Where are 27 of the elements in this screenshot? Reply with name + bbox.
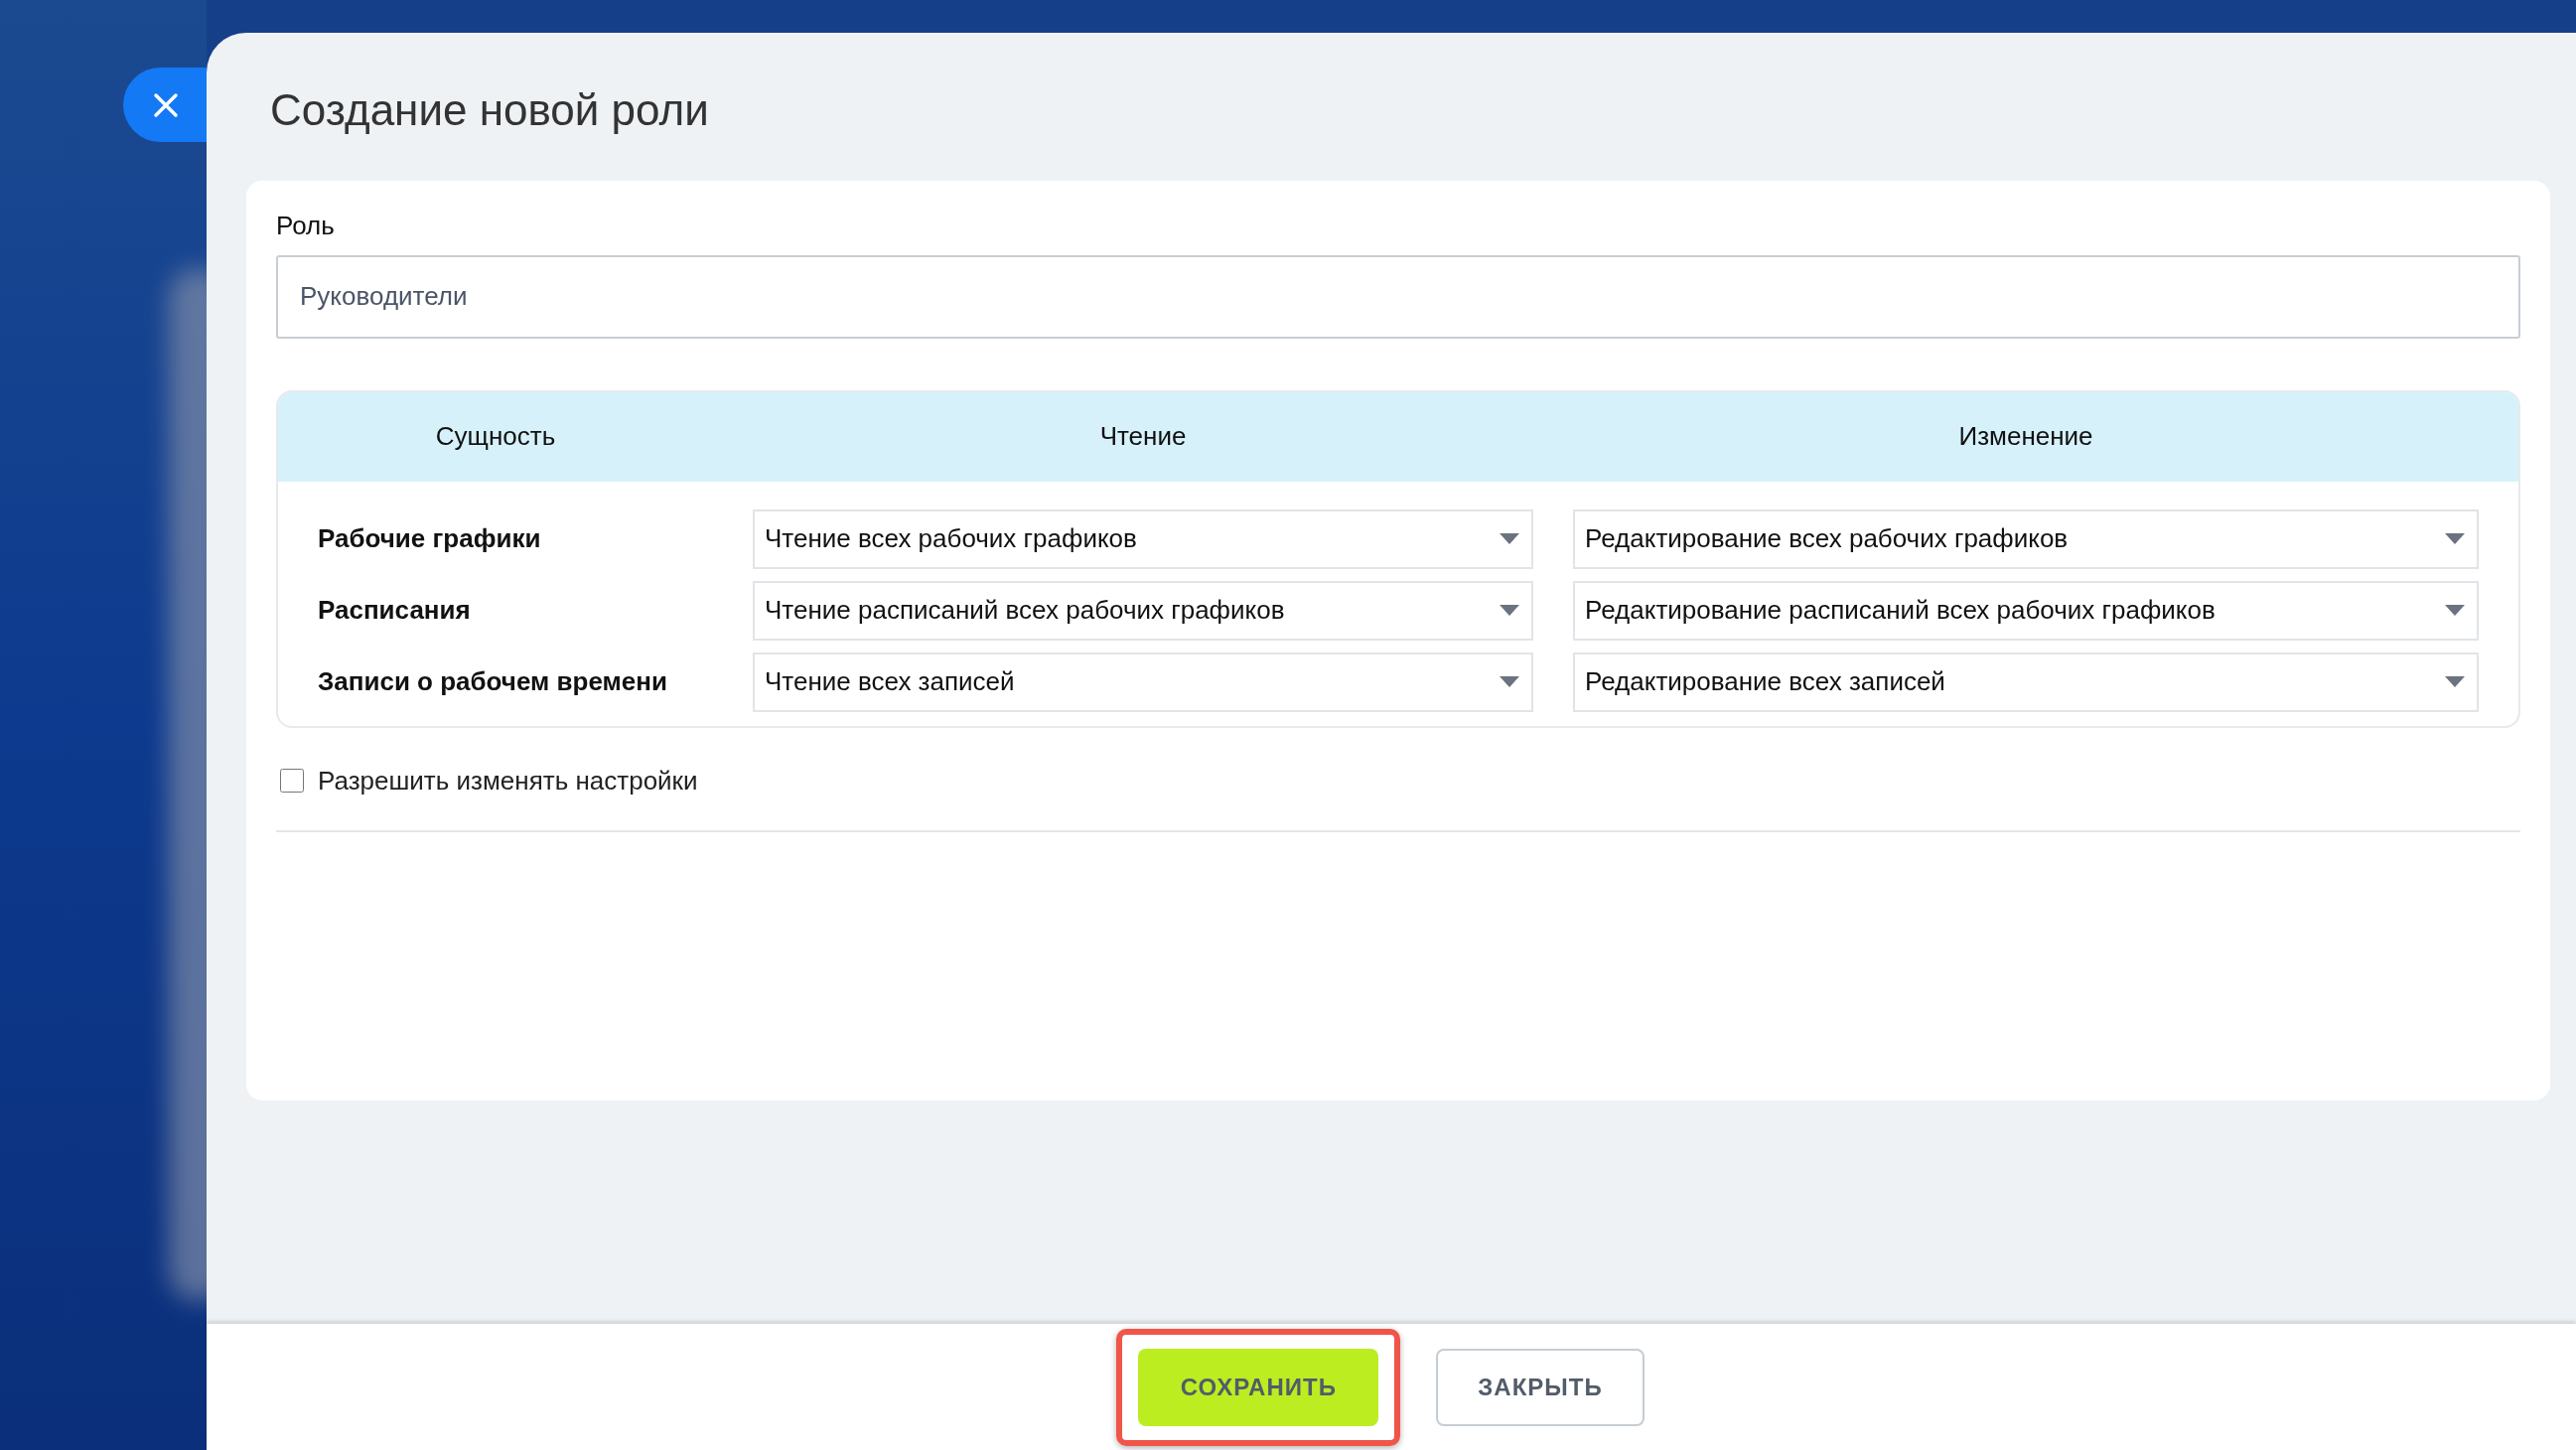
checkbox[interactable]	[280, 769, 304, 794]
read-select[interactable]: Чтение всех рабочих графиков	[753, 508, 1533, 569]
edit-select[interactable]: Редактирование расписаний всех рабочих графиков	[1573, 580, 2479, 641]
entity-name: Расписания	[317, 595, 472, 627]
save-button[interactable]: СОХРАНИТЬ	[1138, 1348, 1379, 1426]
close-button[interactable]	[123, 68, 207, 142]
checkbox-label: Разрешить изменять настройки	[318, 765, 698, 797]
dropdown-caret-icon	[1500, 676, 1519, 688]
field-label: Роль	[276, 210, 336, 241]
dropdown-caret-icon	[2445, 605, 2465, 617]
dropdown-caret-icon	[1500, 533, 1519, 545]
edit-select[interactable]: Редактирование всех рабочих графиков	[1573, 508, 2479, 569]
edit-select[interactable]: Редактирование всех записей	[1573, 652, 2479, 712]
page-title: Создание новой роли	[270, 84, 710, 136]
dropdown-caret-icon	[1500, 605, 1519, 617]
role-input-field[interactable]: Руководители	[276, 254, 2520, 339]
entity-name: Записи о рабочем времени	[317, 666, 668, 698]
column-header: Чтение	[1098, 421, 1188, 453]
close-dialog-button[interactable]: ЗАКРЫТЬ	[1436, 1348, 1645, 1426]
close-icon	[153, 91, 179, 118]
read-select[interactable]: Чтение всех записей	[753, 652, 1533, 712]
read-select[interactable]: Чтение расписаний всех рабочих графиков	[753, 580, 1533, 641]
column-header: Изменение	[1957, 421, 2094, 453]
dropdown-caret-icon	[2445, 676, 2465, 688]
column-header: Сущность	[434, 421, 557, 453]
dropdown-caret-icon	[2445, 533, 2465, 545]
entity-name: Рабочие графики	[317, 523, 542, 555]
